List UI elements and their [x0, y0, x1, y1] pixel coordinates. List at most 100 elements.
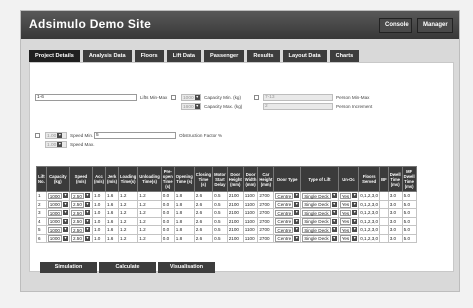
table-cell[interactable]: 5.0 — [401, 199, 417, 209]
table-cell[interactable]: 2.6 — [193, 225, 214, 235]
person-checkbox[interactable] — [254, 95, 259, 100]
table-cell[interactable] — [379, 216, 389, 226]
table-cell[interactable]: 5.0 — [401, 208, 417, 218]
table-cell[interactable]: 1.0 — [91, 191, 106, 201]
console-button[interactable]: Console — [379, 18, 412, 33]
table-cell[interactable] — [379, 208, 389, 218]
table-cell[interactable]: 2100 — [226, 199, 244, 209]
table-cell[interactable]: 1.8 — [173, 225, 195, 235]
table-cell[interactable]: 2100 — [226, 216, 244, 226]
table-cell[interactable]: 0.0 — [160, 216, 175, 226]
table-cell[interactable]: Centre ▼ — [273, 208, 302, 218]
speed-min-select[interactable]: 1.00 ▼ — [45, 132, 67, 139]
table-cell[interactable]: 2100 — [226, 233, 244, 243]
table-cell[interactable]: 1000 ▼ — [45, 225, 70, 235]
table-cell[interactable]: 2700 — [257, 233, 275, 243]
manager-button[interactable]: Manager — [417, 18, 453, 33]
capacity-min-select[interactable]: 1000 ▼ — [181, 94, 201, 101]
table-cell[interactable]: 2.50 ▼ — [68, 233, 93, 243]
table-cell[interactable]: 2700 — [257, 225, 275, 235]
speed-checkbox[interactable] — [35, 133, 40, 138]
tab-project-details[interactable]: Project Details — [29, 50, 80, 62]
table-cell[interactable]: 2.6 — [193, 208, 214, 218]
table-cell[interactable]: 2.6 — [193, 191, 214, 201]
table-cell[interactable]: Yes ▼ — [337, 208, 360, 218]
capacity-checkbox[interactable] — [171, 95, 176, 100]
table-cell[interactable]: 1000 ▼ — [45, 208, 70, 218]
tab-passenger[interactable]: Passenger — [204, 50, 245, 62]
table-cell[interactable] — [379, 233, 389, 243]
table-cell[interactable]: 0,1,2,3,0 — [358, 225, 381, 235]
obstruction-input[interactable]: 5 — [94, 132, 176, 139]
tab-lift-data[interactable]: Lift Data — [166, 50, 202, 62]
table-cell[interactable]: 2.50 ▼ — [68, 208, 93, 218]
calculate-button[interactable]: Calculate — [99, 262, 156, 273]
table-cell[interactable]: 0.5 — [212, 199, 228, 209]
table-cell[interactable]: 1.8 — [173, 208, 195, 218]
person-minmax-input[interactable]: 7-13 — [263, 94, 333, 101]
table-cell[interactable]: 2.6 — [193, 216, 214, 226]
table-cell[interactable]: 3 — [36, 208, 47, 218]
table-cell[interactable]: 5.0 — [401, 216, 417, 226]
speed-max-select[interactable]: 1.00 ▼ — [45, 141, 67, 148]
table-cell[interactable]: Centre ▼ — [273, 233, 302, 243]
table-cell[interactable]: 0.0 — [160, 191, 175, 201]
table-cell[interactable]: 5.0 — [401, 233, 417, 243]
table-cell[interactable]: 1.2 — [137, 191, 162, 201]
table-cell[interactable]: 3.0 — [387, 208, 403, 218]
table-cell[interactable]: 2.6 — [193, 233, 214, 243]
table-cell[interactable]: 1000 ▼ — [45, 191, 70, 201]
table-cell[interactable]: 2700 — [257, 191, 275, 201]
table-cell[interactable]: 1.8 — [173, 233, 195, 243]
table-cell[interactable]: 0.5 — [212, 225, 228, 235]
table-cell[interactable]: 0,1,2,3,0 — [358, 233, 381, 243]
table-cell[interactable]: 1.8 — [173, 191, 195, 201]
table-cell[interactable]: 3.0 — [387, 216, 403, 226]
table-cell[interactable]: 2.50 ▼ — [68, 225, 93, 235]
table-cell[interactable]: 0,1,2,3,0 — [358, 216, 381, 226]
table-cell[interactable]: Centre ▼ — [273, 225, 302, 235]
table-cell[interactable]: Centre ▼ — [273, 191, 302, 201]
lifts-minmax-input[interactable]: 1-6 — [35, 94, 137, 101]
table-cell[interactable]: 0.0 — [160, 208, 175, 218]
table-cell[interactable]: 2.50 ▼ — [68, 216, 93, 226]
table-cell[interactable]: 0.5 — [212, 216, 228, 226]
table-cell[interactable]: Single Deck ▼ — [300, 216, 339, 226]
table-cell[interactable]: 1.0 — [91, 225, 106, 235]
table-cell[interactable]: 1.6 — [104, 216, 119, 226]
tab-layout-data[interactable]: Layout Data — [282, 50, 327, 62]
tab-floors[interactable]: Floors — [134, 50, 164, 62]
table-cell[interactable]: 1100 — [242, 225, 259, 235]
table-cell[interactable]: 0.0 — [160, 199, 175, 209]
tab-analysis-data[interactable]: Analysis Data — [82, 50, 132, 62]
table-cell[interactable]: 1100 — [242, 208, 259, 218]
table-cell[interactable]: 5.0 — [401, 191, 417, 201]
tab-results[interactable]: Results — [247, 50, 280, 62]
table-cell[interactable]: Yes ▼ — [337, 191, 360, 201]
table-cell[interactable]: 1.2 — [137, 216, 162, 226]
capacity-max-select[interactable]: 1600 ▼ — [181, 103, 201, 110]
tab-charts[interactable]: Charts — [329, 50, 360, 62]
table-cell[interactable]: 2100 — [226, 191, 244, 201]
table-cell[interactable]: 1100 — [242, 191, 259, 201]
table-cell[interactable]: 1 — [36, 191, 47, 201]
table-cell[interactable]: 1.6 — [104, 233, 119, 243]
table-cell[interactable]: 5.0 — [401, 225, 417, 235]
table-cell[interactable]: 2.6 — [193, 199, 214, 209]
table-cell[interactable]: Single Deck ▼ — [300, 199, 339, 209]
table-cell[interactable]: 2.50 ▼ — [68, 199, 93, 209]
table-cell[interactable]: 1000 ▼ — [45, 216, 70, 226]
table-cell[interactable]: 0,1,2,3,0 — [358, 208, 381, 218]
table-cell[interactable]: 1.8 — [173, 216, 195, 226]
table-cell[interactable]: 1.2 — [117, 225, 139, 235]
table-cell[interactable]: Single Deck ▼ — [300, 225, 339, 235]
table-cell[interactable]: 1000 ▼ — [45, 199, 70, 209]
table-cell[interactable]: 3.0 — [387, 199, 403, 209]
table-cell[interactable]: 1.2 — [117, 233, 139, 243]
table-cell[interactable]: 1.6 — [104, 225, 119, 235]
table-cell[interactable]: 1.2 — [117, 208, 139, 218]
table-cell[interactable]: 1.0 — [91, 216, 106, 226]
person-increment-input[interactable]: 2 — [263, 103, 333, 110]
table-cell[interactable]: 1.6 — [104, 208, 119, 218]
table-cell[interactable]: 1.0 — [91, 208, 106, 218]
